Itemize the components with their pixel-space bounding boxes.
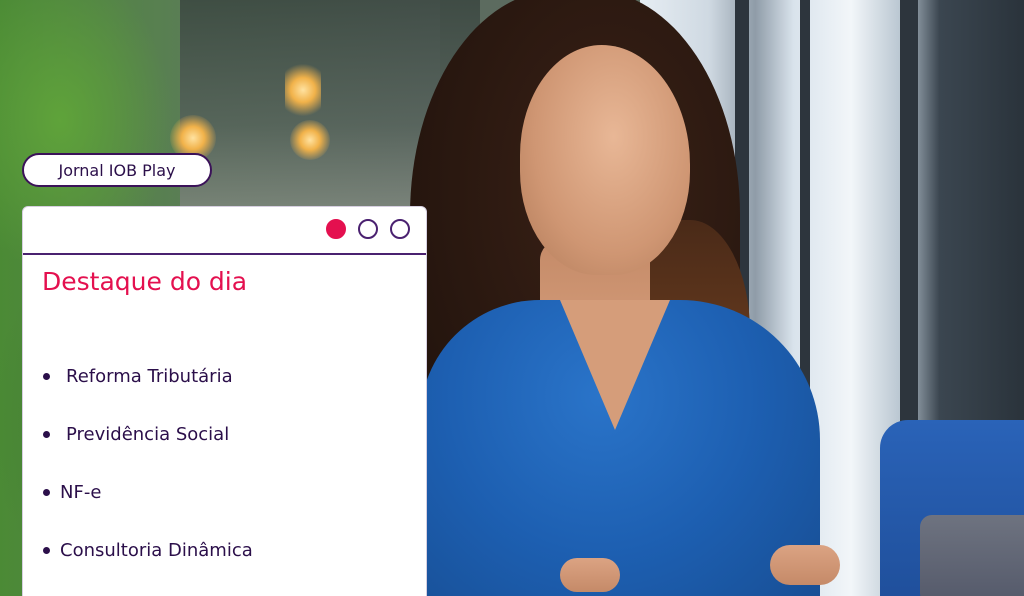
person-hand: [560, 558, 620, 592]
card-header: [23, 207, 426, 255]
background-lamp: [290, 120, 330, 160]
carousel-dot-2[interactable]: [358, 219, 378, 239]
topic-label: Previdência Social: [66, 423, 230, 445]
highlight-card: Destaque do dia Reforma Tributária Previ…: [22, 206, 427, 596]
list-item: Previdência Social: [43, 405, 253, 463]
topic-label: Consultoria Dinâmica: [60, 539, 253, 561]
topic-list: Reforma Tributária Previdência Social NF…: [43, 347, 253, 579]
carousel-dot-3[interactable]: [390, 219, 410, 239]
list-item: NF-e: [43, 463, 253, 521]
person-hand: [770, 545, 840, 585]
carousel-dot-1[interactable]: [326, 219, 346, 239]
program-tag: Jornal IOB Play: [22, 153, 212, 187]
background-lamp: [285, 60, 321, 120]
background-pillow: [920, 515, 1024, 596]
video-frame: Jornal IOB Play Destaque do dia Reforma …: [0, 0, 1024, 596]
bullet-icon: [43, 488, 50, 496]
bullet-icon: [43, 546, 50, 554]
person-neckline: [560, 300, 670, 430]
bullet-icon: [43, 372, 50, 380]
card-title: Destaque do dia: [42, 267, 248, 296]
topic-label: Reforma Tributária: [66, 365, 233, 387]
list-item: Consultoria Dinâmica: [43, 521, 253, 579]
topic-label: NF-e: [60, 481, 102, 503]
bullet-icon: [43, 430, 50, 438]
list-item: Reforma Tributária: [43, 347, 253, 405]
carousel-indicators: [326, 219, 410, 239]
program-tag-label: Jornal IOB Play: [58, 160, 176, 180]
